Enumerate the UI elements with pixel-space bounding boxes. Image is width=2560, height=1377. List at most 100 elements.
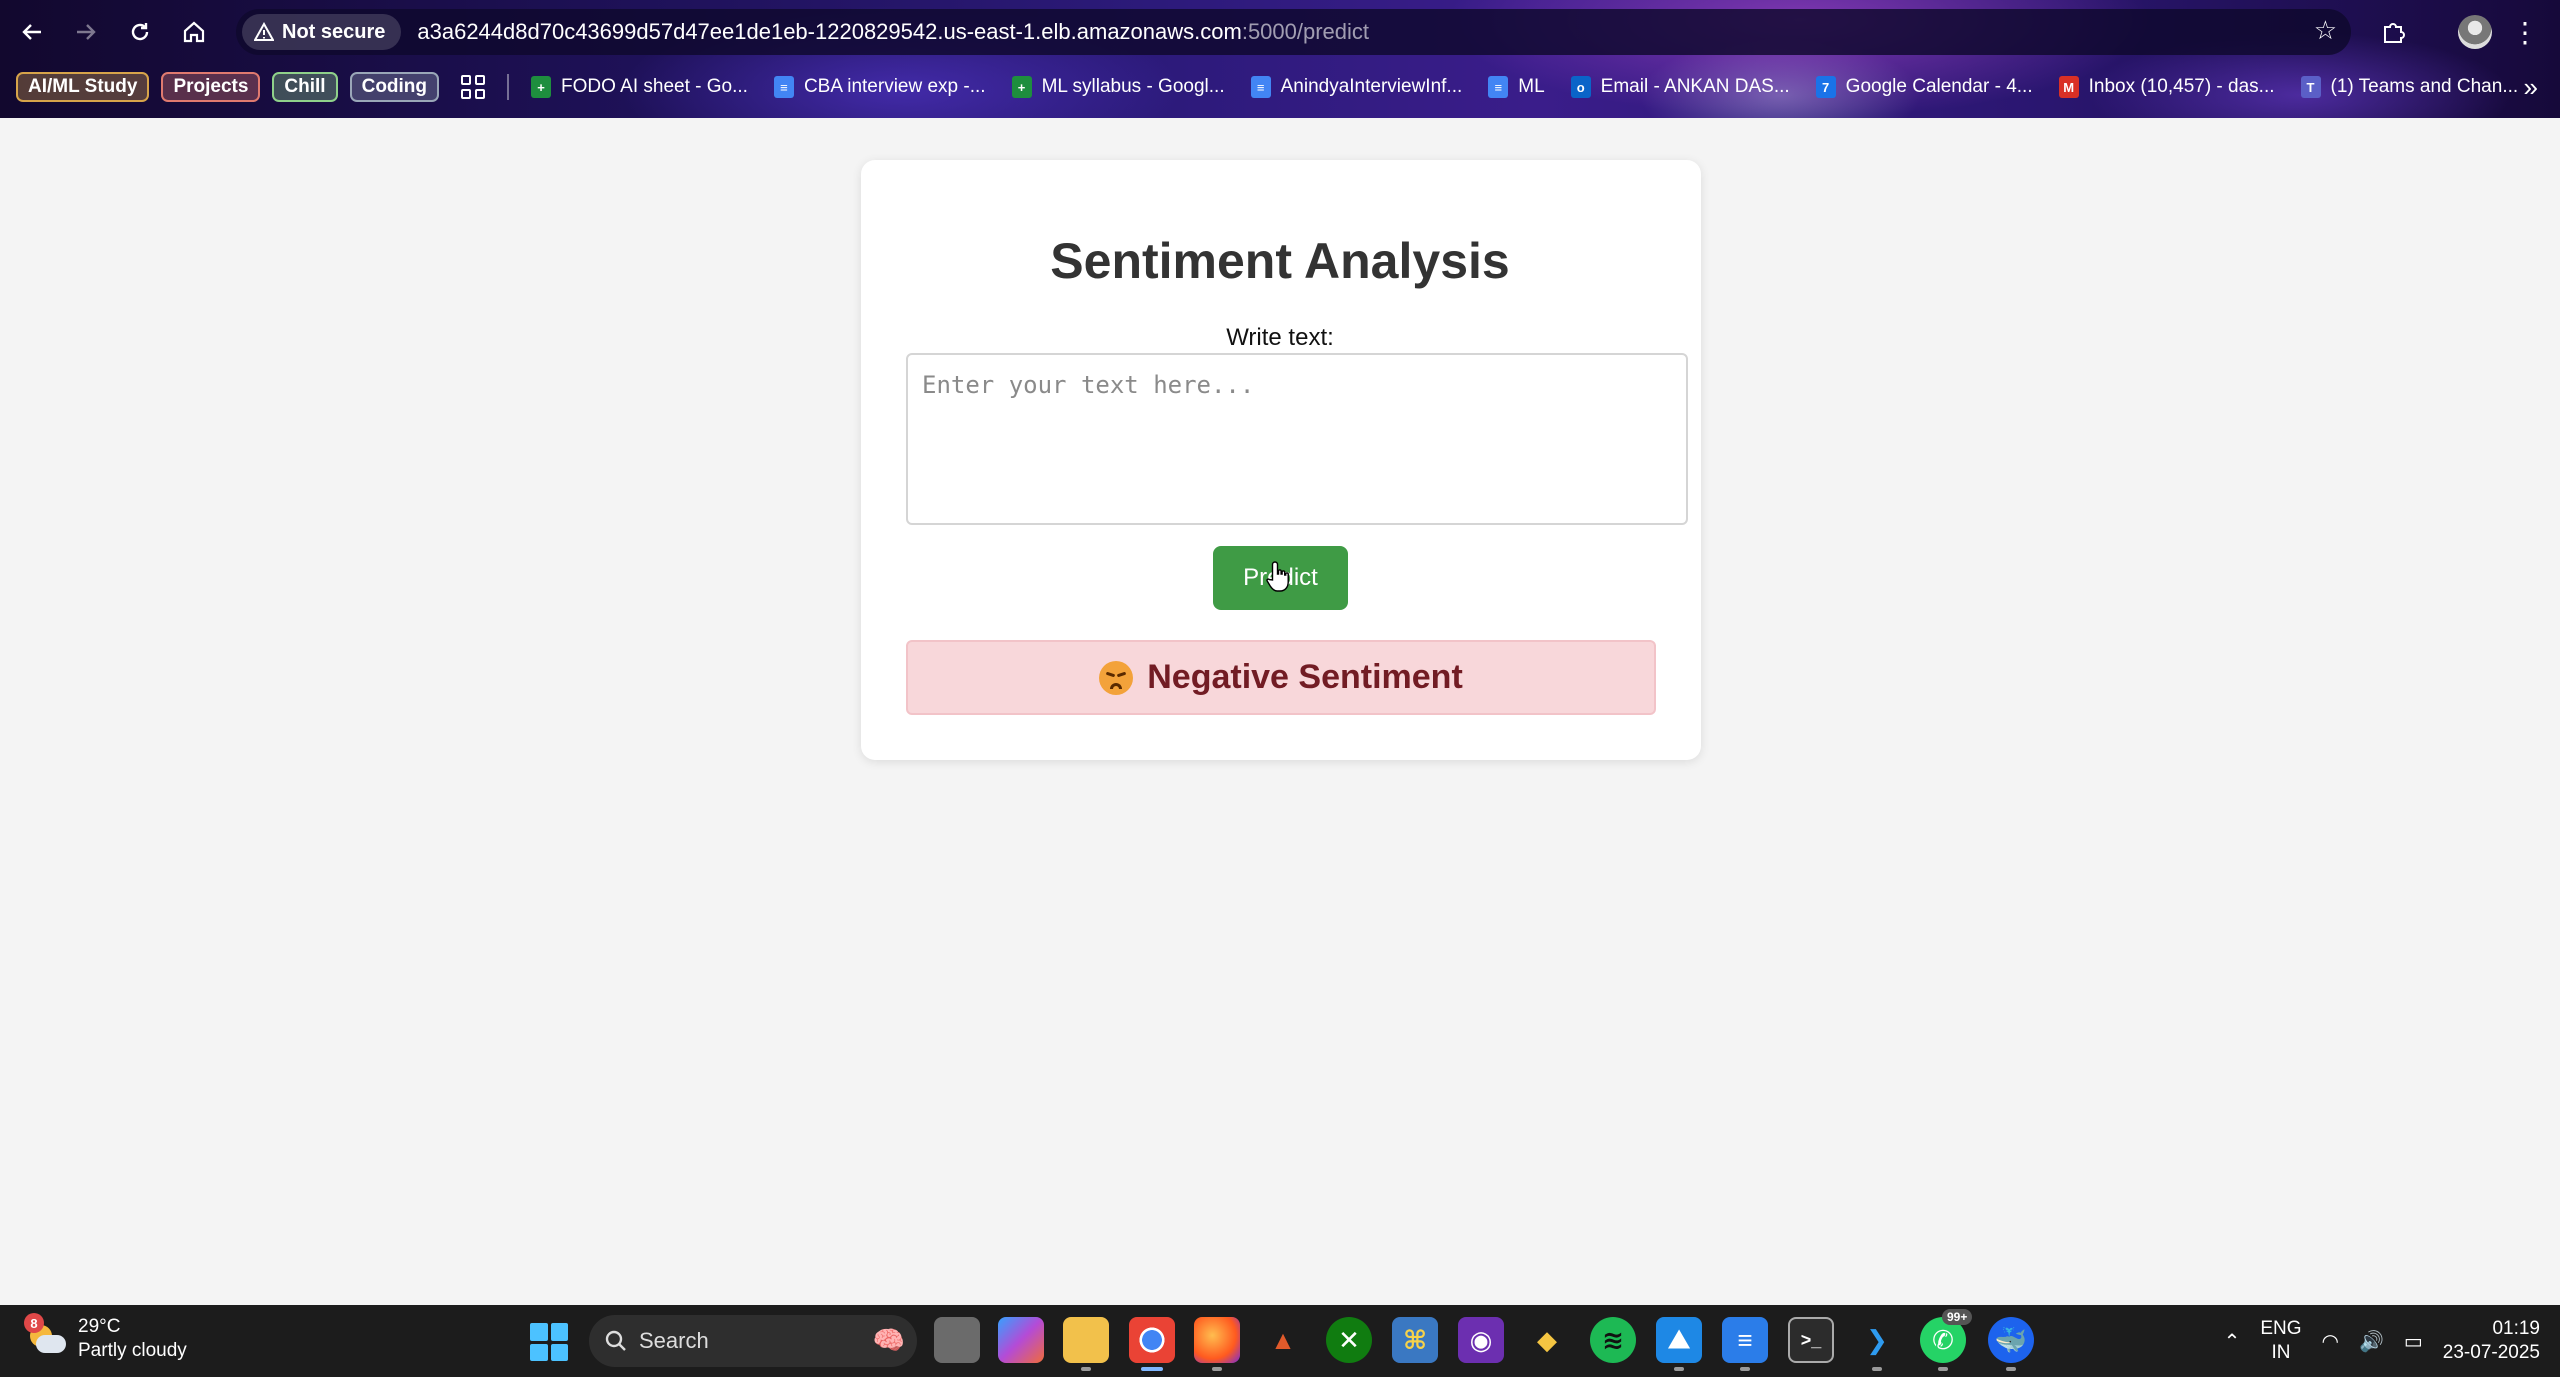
home-icon (183, 21, 205, 43)
tab-group-projects[interactable]: Projects (161, 72, 261, 102)
teams-icon: T (2300, 76, 2321, 98)
whatsapp-icon[interactable]: ✆ 99+ (1920, 1309, 1973, 1371)
url-text[interactable]: a3a6244d8d70c43699d57d47ee1de1eb-1220829… (417, 19, 1369, 45)
sheets-icon: + (531, 76, 552, 98)
calendar-icon: 7 (1815, 76, 1836, 98)
file-explorer-icon[interactable] (1063, 1317, 1109, 1371)
weather-temp: 29°C (78, 1316, 121, 1337)
hand-cursor-icon (1266, 561, 1289, 592)
bookmark-item[interactable]: + FODO AI sheet - Go... (531, 76, 748, 98)
arrow-left-icon (22, 24, 41, 40)
git-icon[interactable]: ◆ (1524, 1317, 1570, 1363)
volume-icon[interactable]: 🔊 (2359, 1329, 2384, 1354)
bookmark-label: AnindyaInterviewInf... (1280, 76, 1463, 97)
weather-badge: 8 (24, 1313, 44, 1333)
bookmark-item[interactable]: + ML syllabus - Googl... (1011, 76, 1225, 98)
search-placeholder: Search (639, 1328, 709, 1353)
bookmark-label: Google Calendar - 4... (1845, 76, 2033, 97)
bookmarks-overflow-icon[interactable]: » (2524, 72, 2538, 103)
copilot-icon[interactable] (998, 1317, 1044, 1363)
bookmark-label: FODO AI sheet - Go... (561, 76, 748, 97)
back-button[interactable] (14, 14, 50, 50)
tab-group-coding[interactable]: Coding (349, 72, 440, 102)
bookmark-item[interactable]: o Email - ANKAN DAS... (1570, 76, 1790, 98)
bookmark-label: Inbox (10,457) - das... (2088, 76, 2275, 97)
bookmark-label: CBA interview exp -... (803, 76, 986, 97)
bookmark-label: ML syllabus - Googl... (1041, 76, 1225, 97)
docs-icon: ≡ (773, 76, 794, 98)
url-path: :5000/predict (1241, 19, 1370, 44)
tab-group-chill[interactable]: Chill (272, 72, 338, 102)
weather-desc: Partly cloudy (78, 1340, 187, 1361)
bookmark-label: Email - ANKAN DAS... (1600, 76, 1790, 97)
terminal-icon[interactable]: >_ (1788, 1317, 1834, 1363)
browser-chrome: Not secure a3a6244d8d70c43699d57d47ee1de… (0, 0, 2560, 118)
bookmark-item[interactable]: T (1) Teams and Chan... (2300, 76, 2519, 98)
bookmark-item[interactable]: ≡ AnindyaInterviewInf... (1250, 76, 1463, 98)
security-chip[interactable]: Not secure (242, 14, 402, 50)
bookmark-label: (1) Teams and Chan... (2330, 76, 2519, 97)
language-indicator[interactable]: ENG IN (2260, 1317, 2301, 1365)
chevron-up-icon[interactable]: ⌃ (2224, 1329, 2241, 1354)
whatsapp-badge: 99+ (1942, 1309, 1973, 1325)
reload-button[interactable] (122, 14, 158, 50)
proton-vpn-icon[interactable]: ◉ (1458, 1317, 1504, 1363)
system-tray: ⌃ ENG IN ◠ 🔊 ▭ 01:19 23-07-2025 (2224, 1305, 2540, 1377)
task-view-icon[interactable] (934, 1317, 980, 1363)
chrome-icon[interactable] (1129, 1317, 1175, 1371)
warning-icon (254, 22, 274, 41)
bookmarks-bar: AI/ML Study Projects Chill Coding + FODO … (0, 62, 2560, 112)
sheets-icon: + (1011, 76, 1032, 98)
forward-button[interactable] (68, 14, 104, 50)
docs-icon: ≡ (1488, 76, 1509, 98)
sad-face-icon (1099, 660, 1134, 695)
sentiment-result: Negative Sentiment (906, 640, 1656, 715)
docs-icon: ≡ (1250, 76, 1271, 98)
bookmark-divider (507, 74, 510, 100)
taskbar-search[interactable]: Search 🧠 (589, 1315, 917, 1367)
taskbar: 8 29°C Partly cloudy Search 🧠 ▲ ✕ ⌘ ◉ ◆ … (0, 1305, 2560, 1377)
battery-icon[interactable]: ▭ (2404, 1329, 2423, 1354)
extensions-icon[interactable] (2376, 14, 2412, 50)
address-bar[interactable]: Not secure a3a6244d8d70c43699d57d47ee1de… (236, 9, 2351, 55)
home-button[interactable] (176, 14, 212, 50)
notepad-icon[interactable]: ≡ (1722, 1317, 1768, 1371)
bookmark-item[interactable]: M Inbox (10,457) - das... (2058, 76, 2275, 98)
photos-icon[interactable]: ⛰ (1656, 1317, 1702, 1371)
clock[interactable]: 01:19 23-07-2025 (2443, 1317, 2540, 1365)
text-input[interactable] (906, 353, 1688, 525)
profile-avatar[interactable] (2458, 15, 2492, 49)
tab-group-ai-ml-study[interactable]: AI/ML Study (16, 72, 150, 102)
wifi-icon[interactable]: ◠ (2322, 1329, 2339, 1354)
kebab-menu-icon[interactable]: ⋮ (2510, 12, 2540, 52)
page-title: Sentiment Analysis (1050, 233, 1510, 289)
bookmark-star-icon[interactable]: ☆ (2314, 15, 2337, 46)
reload-icon (131, 23, 149, 41)
security-label: Not secure (282, 20, 386, 43)
arrow-right-icon (77, 24, 96, 40)
gmail-icon: M (2058, 76, 2079, 98)
brain-art-icon: 🧠 (872, 1325, 905, 1355)
python-icon[interactable]: ⌘ (1392, 1317, 1438, 1363)
sentiment-label: Negative Sentiment (1147, 658, 1463, 696)
text-field-label: Write text: (1226, 324, 1334, 351)
spotify-icon[interactable]: ≋ (1590, 1317, 1636, 1363)
matlab-icon[interactable]: ▲ (1260, 1317, 1306, 1363)
apps-grid-icon[interactable] (461, 75, 486, 99)
bookmark-label: ML (1518, 76, 1545, 97)
search-icon (605, 1330, 626, 1351)
partly-cloudy-icon: 8 (24, 1313, 66, 1359)
weather-widget[interactable]: 8 29°C Partly cloudy (24, 1313, 187, 1363)
outlook-icon: o (1570, 76, 1591, 98)
bookmark-item[interactable]: ≡ CBA interview exp -... (773, 76, 986, 98)
xbox-icon[interactable]: ✕ (1326, 1317, 1372, 1363)
bookmark-item[interactable]: 7 Google Calendar - 4... (1815, 76, 2033, 98)
windows-start-icon[interactable] (530, 1323, 568, 1361)
url-host: a3a6244d8d70c43699d57d47ee1de1eb-1220829… (417, 19, 1242, 44)
bookmark-item[interactable]: ≡ ML (1488, 76, 1545, 98)
clock-time: 01:19 (2492, 1318, 2540, 1339)
clock-date: 23-07-2025 (2442, 1342, 2540, 1363)
vscode-icon[interactable]: ❯ (1854, 1317, 1900, 1371)
docker-icon[interactable]: 🐳 (1988, 1317, 2034, 1371)
firefox-icon[interactable] (1194, 1317, 1240, 1371)
